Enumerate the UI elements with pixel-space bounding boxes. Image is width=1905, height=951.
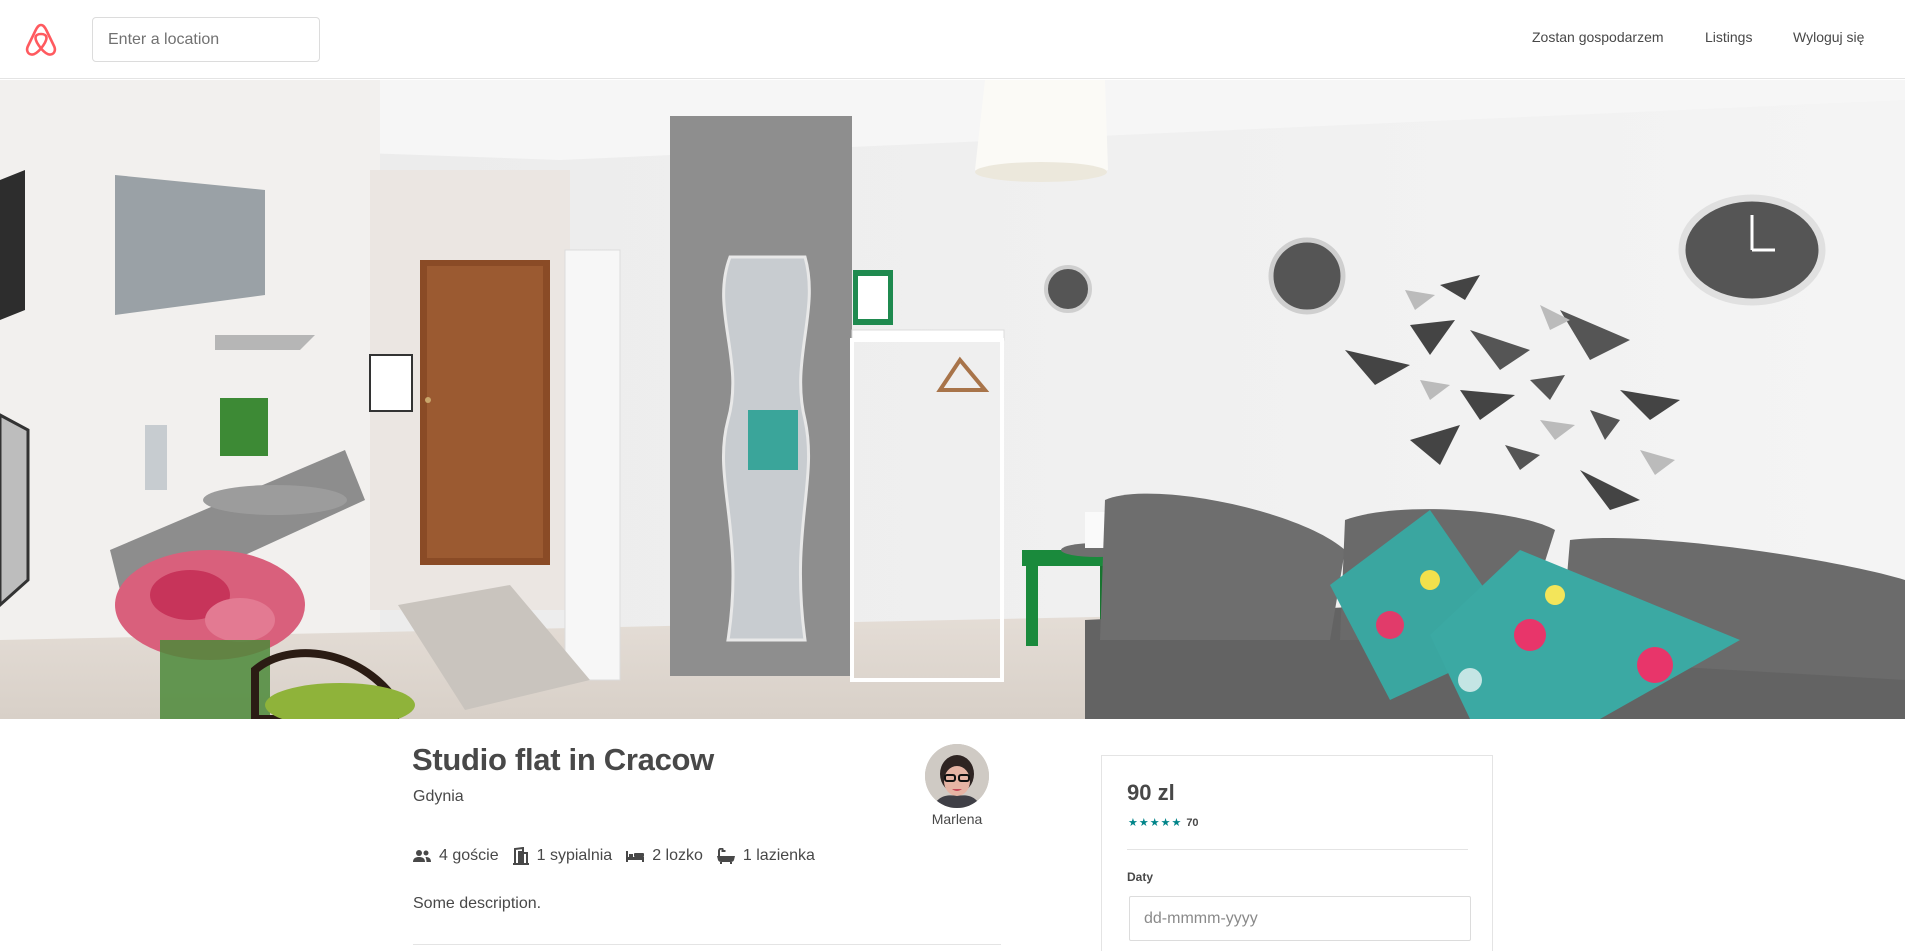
nav-listings-link[interactable]: Listings: [1705, 29, 1752, 45]
bedrooms-amenity: 1 sypialnia: [512, 847, 613, 865]
rating-summary: ★★★★★ 70: [1128, 816, 1199, 830]
top-header: Zostan gospodarzem Listings Wyloguj się: [0, 0, 1905, 79]
nav-logout-link[interactable]: Wyloguj się: [1793, 29, 1864, 45]
location-search-input[interactable]: [92, 17, 320, 62]
review-count: 70: [1186, 816, 1199, 829]
bathrooms-amenity: 1 lazienka: [716, 847, 815, 865]
dates-label: Daty: [1127, 870, 1154, 884]
nightly-price: 90 zl: [1127, 780, 1175, 805]
date-input[interactable]: [1129, 896, 1471, 941]
bathrooms-label: 1 lazienka: [742, 847, 815, 864]
door-icon: [512, 847, 529, 865]
host-avatar[interactable]: [925, 744, 989, 808]
airbnb-logo-icon[interactable]: [21, 19, 61, 59]
bathtub-icon: [716, 848, 735, 864]
nav-become-host-link[interactable]: Zostan gospodarzem: [1532, 29, 1664, 45]
listing-title: Studio flat in Cracow: [412, 742, 714, 777]
guests-icon: [413, 850, 431, 862]
booking-card: 90 zl ★★★★★ 70 Daty: [1101, 755, 1493, 951]
guests-amenity: 4 goście: [413, 847, 499, 865]
listing-description: Some description.: [413, 895, 542, 912]
listing-city: Gdynia: [413, 788, 464, 805]
section-divider: [413, 944, 1001, 945]
bed-icon: [626, 851, 645, 862]
card-divider: [1127, 849, 1468, 850]
guests-label: 4 goście: [439, 847, 499, 864]
beds-amenity: 2 lozko: [626, 847, 703, 865]
amenities-row: 4 goście 1 sypialnia 2 lozko 1 lazienka: [413, 845, 829, 867]
host-name: Marlena: [931, 811, 983, 827]
star-rating-icon: ★★★★★: [1128, 817, 1183, 829]
listing-hero-photo: [0, 80, 1905, 719]
beds-label: 2 lozko: [652, 847, 703, 864]
bedrooms-label: 1 sypialnia: [536, 847, 613, 864]
